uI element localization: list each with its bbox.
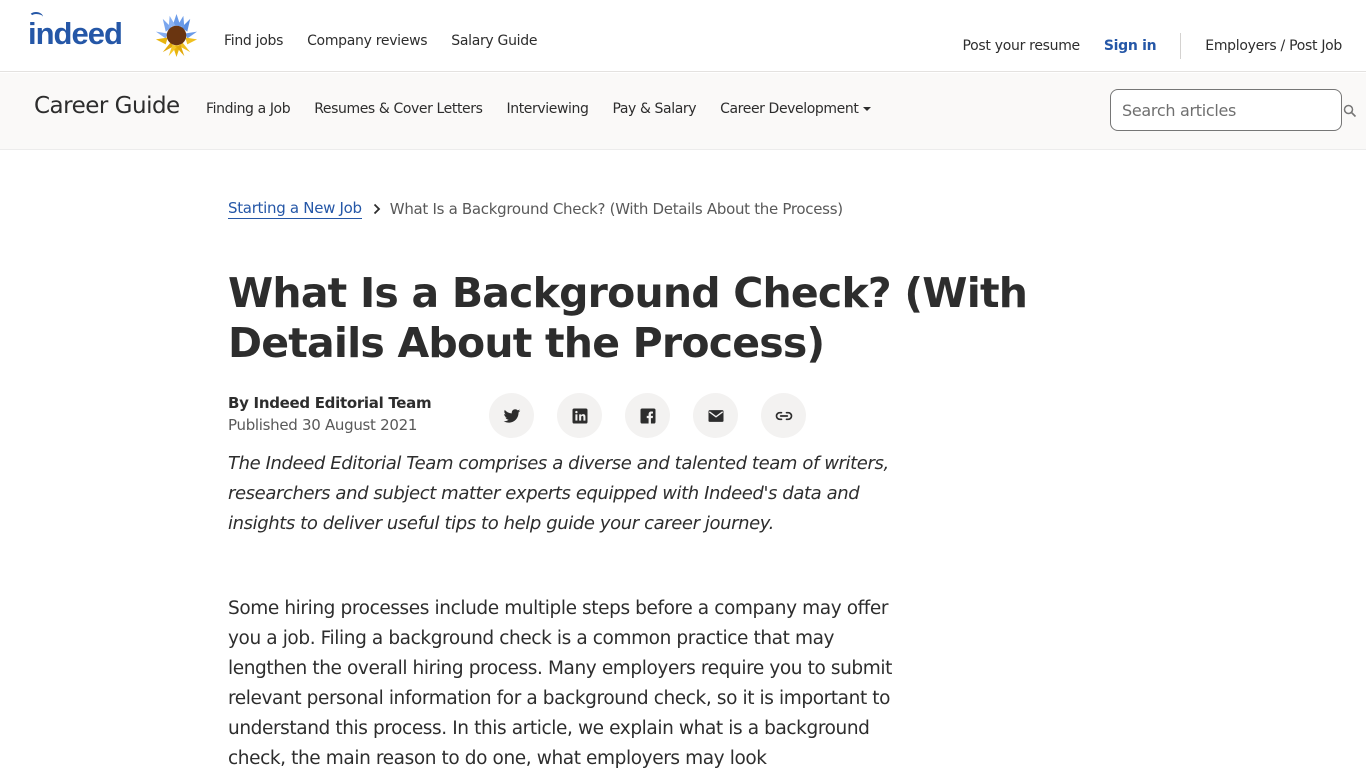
top-header: indeed Find jobs Company reviews Salary …: [0, 0, 1366, 72]
share-linkedin-button[interactable]: [557, 393, 602, 438]
cg-nav-career-development[interactable]: Career Development: [720, 101, 872, 117]
twitter-icon: [503, 408, 520, 423]
nav-company-reviews[interactable]: Company reviews: [307, 33, 427, 49]
cg-nav-resumes[interactable]: Resumes & Cover Letters: [314, 101, 483, 117]
share-email-button[interactable]: [693, 393, 738, 438]
career-guide-title[interactable]: Career Guide: [34, 93, 180, 119]
search-icon[interactable]: [1343, 104, 1357, 118]
cg-nav-pay-salary[interactable]: Pay & Salary: [612, 101, 696, 117]
article-intro: Some hiring processes include multiple s…: [228, 598, 892, 768]
sunflower-icon: [155, 13, 198, 58]
share-buttons: [489, 393, 829, 438]
breadcrumb-current: What Is a Background Check? (With Detail…: [389, 200, 843, 218]
link-icon: [775, 411, 792, 420]
byline: By Indeed Editorial Team Published 30 Au…: [228, 394, 432, 434]
nav-find-jobs[interactable]: Find jobs: [224, 33, 283, 49]
cg-nav-finding-a-job[interactable]: Finding a Job: [206, 101, 291, 117]
indeed-logo[interactable]: indeed: [28, 12, 123, 52]
career-guide-nav: Finding a Job Resumes & Cover Letters In…: [206, 101, 895, 117]
linkedin-icon: [572, 408, 587, 423]
article-title: What Is a Background Check? (With Detail…: [228, 269, 1028, 367]
breadcrumb: Starting a New Job What Is a Background …: [228, 199, 843, 219]
post-resume-link[interactable]: Post your resume: [963, 38, 1081, 54]
facebook-icon: [640, 408, 655, 423]
nav-salary-guide[interactable]: Salary Guide: [451, 33, 537, 49]
share-twitter-button[interactable]: [489, 393, 534, 438]
search-articles-input[interactable]: [1111, 90, 1341, 130]
caret-down-icon: [863, 107, 872, 111]
breadcrumb-parent-link[interactable]: Starting a New Job: [228, 199, 362, 219]
nav-divider: [1180, 33, 1182, 59]
logo-arc-icon: [29, 12, 43, 22]
search-articles-box: [1110, 89, 1342, 131]
account-nav: Post your resume Sign in Employers / Pos…: [963, 33, 1342, 59]
published-date: Published 30 August 2021: [228, 416, 418, 434]
career-guide-bar: Career Guide Finding a Job Resumes & Cov…: [0, 73, 1366, 150]
sign-in-link[interactable]: Sign in: [1104, 38, 1157, 54]
main-nav: Find jobs Company reviews Salary Guide: [224, 33, 561, 49]
author-bio: The Indeed Editorial Team comprises a di…: [228, 453, 889, 534]
cg-nav-career-development-label: Career Development: [720, 101, 859, 117]
author: By Indeed Editorial Team: [228, 394, 432, 412]
email-icon: [708, 409, 723, 422]
employers-link[interactable]: Employers / Post Job: [1205, 38, 1342, 54]
cg-nav-interviewing[interactable]: Interviewing: [507, 101, 589, 117]
copy-link-button[interactable]: [761, 393, 806, 438]
chevron-right-icon: [373, 203, 381, 215]
share-facebook-button[interactable]: [625, 393, 670, 438]
